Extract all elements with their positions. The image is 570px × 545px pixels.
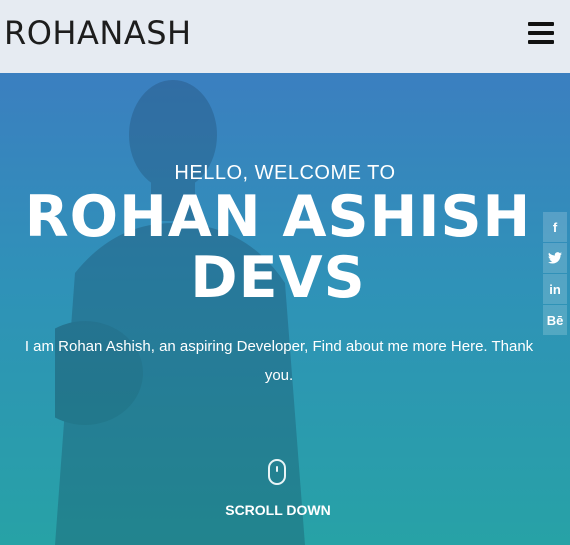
hero-greeting: HELLO, WELCOME TO bbox=[174, 162, 396, 184]
twitter-icon[interactable] bbox=[543, 243, 567, 273]
behance-icon[interactable]: Bē bbox=[543, 305, 567, 335]
mouse-scroll-icon[interactable] bbox=[268, 459, 286, 485]
social-links-sidebar: f in Bē bbox=[543, 212, 567, 336]
linkedin-icon[interactable]: in bbox=[543, 274, 567, 304]
facebook-icon[interactable]: f bbox=[543, 212, 567, 242]
hero-title-line1: ROHAN ASHISH bbox=[24, 184, 532, 250]
scroll-down-link[interactable]: SCROLL DOWN bbox=[0, 502, 556, 518]
hero-section: HELLO, WELCOME TO ROHAN ASHISH DEVS I am… bbox=[0, 73, 570, 545]
hero-title-line2: DEVS bbox=[190, 245, 366, 311]
brand-logo-text[interactable]: ROHANASH bbox=[4, 14, 192, 52]
top-navbar: ROHANASH bbox=[0, 0, 570, 73]
hero-subtitle: I am Rohan Ashish, an aspiring Developer… bbox=[24, 338, 534, 384]
hamburger-menu-icon[interactable] bbox=[528, 22, 554, 44]
